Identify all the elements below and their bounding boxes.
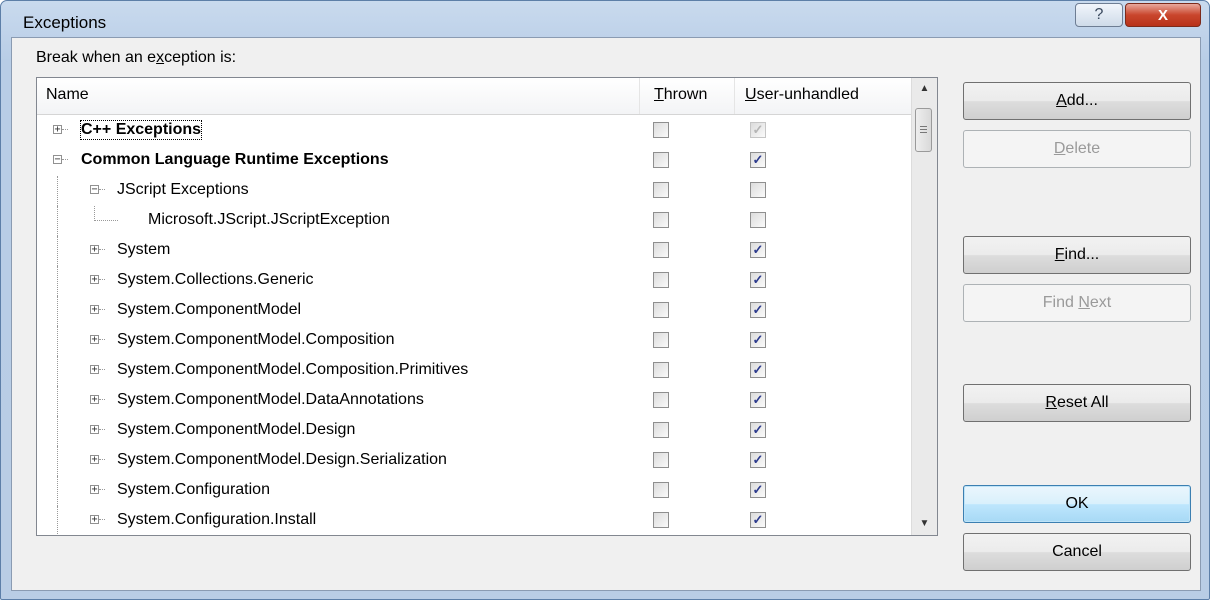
expand-icon[interactable]: + bbox=[90, 485, 99, 495]
user-unhandled-checkbox[interactable]: ✓ bbox=[750, 362, 766, 378]
column-header-user-unhandled[interactable]: User-unhandled bbox=[735, 78, 912, 114]
user-unhandled-checkbox[interactable]: ✓ bbox=[750, 452, 766, 468]
find-next-button[interactable]: Find Next bbox=[963, 284, 1191, 322]
exception-name: System.ComponentModel.Design bbox=[117, 421, 356, 438]
thrown-checkbox[interactable] bbox=[653, 212, 669, 228]
expand-icon[interactable]: + bbox=[90, 245, 99, 255]
ok-button[interactable]: OK bbox=[963, 485, 1191, 523]
user-unhandled-checkbox[interactable] bbox=[750, 182, 766, 198]
close-icon: X bbox=[1157, 6, 1168, 24]
exception-name: System.Configuration.Install bbox=[117, 511, 317, 528]
exception-name: System.Configuration bbox=[117, 481, 270, 498]
thrown-checkbox[interactable] bbox=[653, 182, 669, 198]
exception-name: System.ComponentModel bbox=[117, 301, 302, 318]
user-unhandled-checkbox[interactable] bbox=[750, 212, 766, 228]
user-unhandled-checkbox[interactable]: ✓ bbox=[750, 302, 766, 318]
add-button[interactable]: Add... bbox=[963, 82, 1191, 120]
tree-row[interactable]: + System.ComponentModel.DataAnnotations ✓ bbox=[37, 386, 912, 416]
exception-name: JScript Exceptions bbox=[117, 181, 249, 198]
column-header-thrown[interactable]: Thrown bbox=[640, 78, 735, 114]
exception-name: System.ComponentModel.Design.Serializati… bbox=[117, 451, 447, 468]
tree-row[interactable]: + System.ComponentModel.Design.Serializat… bbox=[37, 446, 912, 476]
scroll-up-icon[interactable]: ▲ bbox=[912, 78, 937, 100]
thrown-checkbox[interactable] bbox=[653, 332, 669, 348]
exception-name: System.ComponentModel.DataAnnotations bbox=[117, 391, 424, 408]
user-unhandled-checkbox[interactable]: ✓ bbox=[750, 392, 766, 408]
exception-name: System.ComponentModel.Composition.Primit… bbox=[117, 361, 469, 378]
expand-icon[interactable]: + bbox=[90, 455, 99, 465]
help-icon: ? bbox=[1094, 6, 1104, 23]
thrown-checkbox[interactable] bbox=[653, 122, 669, 138]
tree-row[interactable]: + System ✓ bbox=[37, 236, 912, 266]
thrown-checkbox[interactable] bbox=[653, 362, 669, 378]
scroll-down-icon[interactable]: ▼ bbox=[912, 513, 937, 535]
user-unhandled-checkbox[interactable]: ✓ bbox=[750, 422, 766, 438]
expand-icon[interactable]: + bbox=[90, 515, 99, 525]
expand-icon[interactable]: + bbox=[90, 335, 99, 345]
thrown-checkbox[interactable] bbox=[653, 242, 669, 258]
window-title: Exceptions bbox=[23, 13, 107, 32]
thrown-checkbox[interactable] bbox=[653, 392, 669, 408]
tree-rows: + C++ Exceptions ✓ − Common Language Runtime… bbox=[37, 116, 912, 535]
tree-row[interactable]: + System.Configuration ✓ bbox=[37, 476, 912, 506]
user-unhandled-checkbox[interactable]: ✓ bbox=[750, 332, 766, 348]
tree-row[interactable]: + System.Configuration.Install ✓ bbox=[37, 506, 912, 535]
thrown-checkbox[interactable] bbox=[653, 152, 669, 168]
tree-row[interactable]: + System.ComponentModel.Composition.Primi… bbox=[37, 356, 912, 386]
tree-row[interactable]: + System.Collections.Generic ✓ bbox=[37, 266, 912, 296]
user-unhandled-checkbox[interactable]: ✓ bbox=[750, 482, 766, 498]
tree-row[interactable]: + System.ComponentModel.Composition ✓ bbox=[37, 326, 912, 356]
expand-icon[interactable]: + bbox=[90, 425, 99, 435]
title-bar[interactable]: Exceptions ? X bbox=[1, 1, 1209, 37]
user-unhandled-checkbox[interactable]: ✓ bbox=[750, 512, 766, 528]
tree-row[interactable]: − JScript Exceptions bbox=[37, 176, 912, 206]
exceptions-tree-list[interactable]: Name Thrown User-unhandled + C++ Exceptio… bbox=[36, 77, 938, 536]
exception-name: Common Language Runtime Exceptions bbox=[81, 151, 389, 168]
vertical-scrollbar[interactable]: ▲ ▼ bbox=[911, 78, 937, 535]
expand-icon[interactable]: + bbox=[90, 275, 99, 285]
tree-row[interactable]: + System.ComponentModel.Design ✓ bbox=[37, 416, 912, 446]
help-button[interactable]: ? bbox=[1075, 3, 1123, 27]
tree-row[interactable]: + C++ Exceptions ✓ bbox=[37, 116, 912, 146]
exception-name: C++ Exceptions bbox=[79, 120, 203, 140]
tree-row[interactable]: + System.ComponentModel ✓ bbox=[37, 296, 912, 326]
thrown-checkbox[interactable] bbox=[653, 272, 669, 288]
user-unhandled-checkbox[interactable]: ✓ bbox=[750, 152, 766, 168]
thrown-checkbox[interactable] bbox=[653, 482, 669, 498]
collapse-icon[interactable]: − bbox=[90, 185, 99, 195]
thrown-checkbox[interactable] bbox=[653, 422, 669, 438]
scroll-thumb[interactable] bbox=[915, 108, 932, 152]
delete-button[interactable]: Delete bbox=[963, 130, 1191, 168]
user-unhandled-checkbox[interactable]: ✓ bbox=[750, 122, 766, 138]
exceptions-dialog: Exceptions ? X Break when an exception i… bbox=[0, 0, 1210, 600]
exception-name: System.ComponentModel.Composition bbox=[117, 331, 395, 348]
expand-icon[interactable]: + bbox=[53, 125, 62, 135]
exception-name: System bbox=[117, 241, 171, 258]
user-unhandled-checkbox[interactable]: ✓ bbox=[750, 272, 766, 288]
tree-row[interactable]: − Common Language Runtime Exceptions ✓ bbox=[37, 146, 912, 176]
expand-icon[interactable]: + bbox=[90, 365, 99, 375]
exception-name: Microsoft.JScript.JScriptException bbox=[148, 211, 390, 228]
column-header-name[interactable]: Name bbox=[37, 78, 640, 114]
expand-icon[interactable]: + bbox=[90, 305, 99, 315]
user-unhandled-checkbox[interactable]: ✓ bbox=[750, 242, 766, 258]
expand-icon[interactable]: + bbox=[90, 395, 99, 405]
find-button[interactable]: Find... bbox=[963, 236, 1191, 274]
cancel-button[interactable]: Cancel bbox=[963, 533, 1191, 571]
thrown-checkbox[interactable] bbox=[653, 302, 669, 318]
close-button[interactable]: X bbox=[1125, 3, 1201, 27]
break-when-label: Break when an exception is: bbox=[36, 49, 237, 66]
column-header-row: Name Thrown User-unhandled bbox=[37, 78, 912, 115]
thrown-checkbox[interactable] bbox=[653, 452, 669, 468]
reset-all-button[interactable]: Reset All bbox=[963, 384, 1191, 422]
exception-name: System.Collections.Generic bbox=[117, 271, 314, 288]
collapse-icon[interactable]: − bbox=[53, 155, 62, 165]
tree-row[interactable]: Microsoft.JScript.JScriptException bbox=[37, 206, 912, 236]
thrown-checkbox[interactable] bbox=[653, 512, 669, 528]
